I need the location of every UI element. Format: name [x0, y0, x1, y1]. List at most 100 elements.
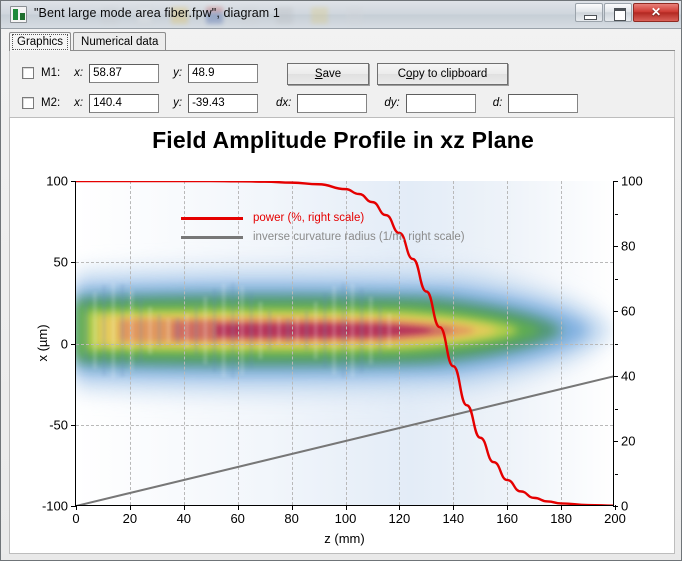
- x-axis-tick-label: 200: [604, 511, 626, 526]
- x-axis-tick-label: 100: [334, 511, 357, 526]
- y-axis-tick-label: 0: [60, 336, 68, 351]
- marker-m1-x-input[interactable]: [89, 63, 160, 83]
- y-axis-right-tick-label: 60: [621, 303, 636, 319]
- y-axis-right-tick-label: 20: [621, 433, 636, 449]
- inverse-curvature-radius-line: [76, 375, 613, 505]
- marker-row-m2: M2: x: y:: [22, 93, 259, 113]
- marker-m1-checkbox[interactable]: [22, 67, 34, 79]
- x-axis-tick-label: 20: [122, 511, 138, 526]
- x-axis-tick-label: 60: [230, 511, 245, 526]
- y-axis-right-tick: [613, 376, 618, 377]
- marker-row-m1: M1: x: y:: [22, 63, 259, 83]
- marker-m1-x-label: x:: [74, 67, 84, 79]
- tab-focus-outline: [12, 34, 69, 50]
- app-icon: [10, 6, 27, 23]
- marker-m2-y-input[interactable]: [188, 93, 259, 113]
- marker-m2-checkbox[interactable]: [22, 97, 34, 109]
- tab-numerical-data-label: Numerical data: [81, 36, 159, 48]
- x-axis-tick: [507, 505, 509, 510]
- plot-area: -100 -50 0 50 100 0 20 40 60 80 100 0 20 40 60 80 100 1…: [35, 174, 643, 547]
- y-axis-right-minor-tick: [615, 213, 618, 215]
- y-axis-right-minor-tick: [615, 278, 618, 280]
- marker-m1-y-input[interactable]: [188, 63, 259, 83]
- delta-dy-label: dy:: [384, 97, 400, 109]
- delta-d-input[interactable]: [508, 93, 579, 113]
- save-button-accel: S: [314, 68, 323, 80]
- delta-d-label: d:: [492, 97, 503, 109]
- tab-strip: Graphics Numerical data: [9, 32, 167, 51]
- marker-m2-x-input[interactable]: [89, 93, 160, 113]
- x-axis-tick: [453, 505, 455, 510]
- y-axis-right-tick-label: 80: [621, 238, 636, 254]
- maximize-button[interactable]: [604, 3, 632, 22]
- legend-item-curvature: inverse curvature radius (1/m, right sca…: [181, 228, 465, 247]
- marker-m2-label: M2:: [41, 97, 61, 109]
- marker-m1-label: M1:: [41, 67, 61, 79]
- y-axis-tick: [71, 424, 76, 426]
- legend-label-power: power (%, right scale): [253, 212, 365, 224]
- chart-legend: power (%, right scale) inverse curvature…: [181, 209, 465, 247]
- y-axis-tick-label: -100: [41, 498, 68, 514]
- legend-swatch-curvature: [181, 236, 243, 239]
- x-axis-tick: [615, 505, 616, 510]
- legend-item-power: power (%, right scale): [181, 209, 465, 228]
- save-button[interactable]: Save: [287, 63, 369, 85]
- save-button-label: ave: [322, 68, 342, 80]
- close-button[interactable]: ✕: [633, 3, 679, 22]
- tab-graphics[interactable]: Graphics: [9, 32, 72, 51]
- y-axis-right-minor-tick: [615, 343, 618, 345]
- chart-title: Field Amplitude Profile in xz Plane: [152, 127, 534, 153]
- window-title: "Bent large mode area fiber.fpw", diagra…: [34, 6, 280, 20]
- y-axis-right-tick: [613, 181, 618, 182]
- x-axis-tick: [345, 505, 347, 510]
- marker-m2-y-label: y:: [173, 97, 183, 109]
- tab-numerical-data[interactable]: Numerical data: [73, 32, 167, 51]
- copy-button-label-post: py to clipboard: [412, 68, 488, 80]
- x-axis-tick-label: 0: [72, 511, 80, 526]
- x-axis-tick: [291, 505, 293, 510]
- y-axis-tick: [71, 343, 76, 345]
- y-axis-right-minor-tick: [615, 408, 618, 410]
- delta-dy-input[interactable]: [405, 93, 476, 113]
- copy-button-label-pre: C: [397, 68, 407, 80]
- x-axis-tick: [76, 505, 77, 510]
- minimize-button[interactable]: [575, 3, 603, 22]
- app-icon-bar-1: [13, 9, 18, 20]
- legend-swatch-power: [181, 217, 243, 220]
- x-axis-tick-label: 180: [550, 511, 572, 526]
- y-axis-right-tick: [613, 246, 618, 247]
- y-axis-right-tick: [613, 311, 618, 312]
- x-axis-tick-label: 80: [284, 511, 299, 526]
- status-bar: [1, 554, 681, 560]
- x-axis-tick-label: 160: [496, 511, 519, 526]
- y-axis-title: x (µm): [35, 324, 51, 362]
- ghost-icon-8: [346, 6, 363, 24]
- ghost-icon-notes: [311, 6, 328, 24]
- y-axis-tick-label: 50: [53, 254, 68, 270]
- legend-label-curvature: inverse curvature radius (1/m, right sca…: [253, 231, 465, 243]
- x-axis-tick: [561, 505, 563, 510]
- y-axis-tick-label: 100: [46, 173, 68, 189]
- x-axis-title: z (mm): [324, 531, 365, 546]
- app-icon-bar-2: [20, 13, 25, 20]
- x-axis-tick-label: 140: [442, 511, 465, 526]
- copy-to-clipboard-button[interactable]: Copy to clipboard: [377, 63, 508, 85]
- x-axis-tick-label: 120: [388, 511, 411, 526]
- y-axis-right-tick: [613, 441, 618, 442]
- delta-dx-input[interactable]: [297, 93, 368, 113]
- y-axis-tick-label: -50: [49, 417, 68, 433]
- y-axis-right-tick-label: 100: [621, 173, 643, 189]
- x-axis-tick: [399, 505, 401, 510]
- y-axis-tick: [71, 181, 76, 182]
- x-axis-tick: [129, 505, 131, 510]
- delta-dx-label: dx:: [276, 97, 292, 109]
- y-axis-right-minor-tick: [615, 473, 618, 475]
- graphics-canvas: Field Amplitude Profile in xz Plane -100…: [9, 117, 675, 554]
- y-axis-right-tick-label: 40: [621, 368, 636, 384]
- y-axis-tick: [71, 262, 76, 264]
- x-axis-tick: [183, 505, 185, 510]
- window-buttons: ✕: [575, 3, 679, 22]
- marker-m1-y-label: y:: [173, 67, 183, 79]
- delta-row: dx: dy: d:: [276, 93, 579, 113]
- marker-m2-x-label: x:: [74, 97, 84, 109]
